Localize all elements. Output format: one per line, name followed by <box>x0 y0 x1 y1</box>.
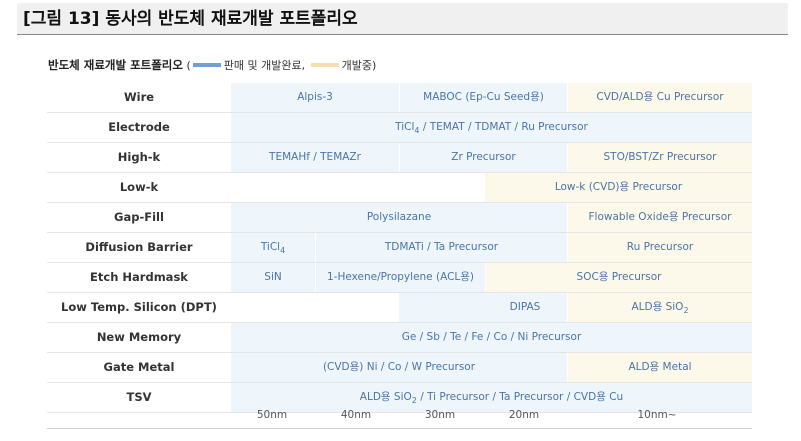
table-row-gap-fill: Gap-Fill Polysilazane Flowable Oxide용 Pr… <box>47 203 752 233</box>
row-label: Electrode <box>47 113 231 142</box>
table-cell: Zr Precursor <box>399 143 567 172</box>
table-cell: Alpis-3 <box>231 83 399 112</box>
table-cell: MABOC (Ep-Cu Seed용) <box>399 83 567 112</box>
table-row-low-k: Low-k Low-k (CVD)용 Precursor <box>47 173 752 203</box>
row-label: Low-k <box>47 173 231 202</box>
table-cell: Polysilazane <box>231 203 567 232</box>
table-cell: TEMAHf / TEMAZr <box>231 143 399 172</box>
table-cell-empty <box>231 293 399 322</box>
table-row-gate-metal: Gate Metal (CVD용) Ni / Co / W Precursor … <box>47 353 752 383</box>
table-cell: (CVD용) Ni / Co / W Precursor <box>231 353 567 382</box>
table-cell: TiCl4 / TEMAT / TDMAT / Ru Precursor <box>231 113 752 142</box>
node-tick: 50nm <box>256 409 288 421</box>
table-row-diffusion-barrier: Diffusion Barrier TiCl4 TDMATi / Ta Prec… <box>47 233 752 263</box>
row-label: Gate Metal <box>47 353 231 382</box>
row-label: Diffusion Barrier <box>47 233 231 262</box>
table-cell-empty <box>231 173 485 202</box>
node-tick: 30nm <box>424 409 456 421</box>
row-label: High-k <box>47 143 231 172</box>
node-axis: 50nm 40nm 30nm 20nm 10nm~ <box>47 404 752 429</box>
table-row-new-memory: New Memory Ge / Sb / Te / Fe / Co / Ni P… <box>47 323 752 353</box>
table-cell: TiCl4 <box>231 233 315 262</box>
node-tick: 40nm <box>340 409 372 421</box>
table-cell: CVD/ALD용 Cu Precursor <box>567 83 752 112</box>
row-label: Gap-Fill <box>47 203 231 232</box>
portfolio-subtitle: 반도체 재료개발 포트폴리오 ( 판매 및 개발완료, 개발중) <box>48 57 376 73</box>
table-cell: Low-k (CVD)용 Precursor <box>485 173 752 202</box>
legend-paren-open: ( <box>182 59 191 72</box>
row-label: Etch Hardmask <box>47 263 231 292</box>
row-label: Wire <box>47 83 231 112</box>
node-tick: 20nm <box>508 409 540 421</box>
table-cell: TDMATi / Ta Precursor <box>315 233 567 262</box>
table-cell: SiN <box>231 263 315 292</box>
figure-title: [그림 13] 동사의 반도체 재료개발 포트폴리오 <box>17 3 788 35</box>
table-row-high-k: High-k TEMAHf / TEMAZr Zr Precursor STO/… <box>47 143 752 173</box>
table-cell: SOC용 Precursor <box>485 263 752 292</box>
legend-paren-close: ) <box>371 59 377 72</box>
table-cell: Flowable Oxide용 Precursor <box>567 203 752 232</box>
table-cell: 1-Hexene/Propylene (ACL용) <box>315 263 485 292</box>
legend-sold-label: 판매 및 개발완료, <box>223 59 306 72</box>
portfolio-title: 반도체 재료개발 포트폴리오 <box>48 58 183 72</box>
table-row-etch-hardmask: Etch Hardmask SiN 1-Hexene/Propylene (AC… <box>47 263 752 293</box>
table-row-wire: Wire Alpis-3 MABOC (Ep-Cu Seed용) CVD/ALD… <box>47 83 752 113</box>
table-cell: Ge / Sb / Te / Fe / Co / Ni Precursor <box>231 323 752 352</box>
table-cell: Ru Precursor <box>567 233 752 262</box>
table-cell: ALD용 SiO2 <box>567 293 752 322</box>
legend-dev-swatch <box>310 63 339 67</box>
table-row-electrode: Electrode TiCl4 / TEMAT / TDMAT / Ru Pre… <box>47 113 752 143</box>
row-label: New Memory <box>47 323 231 352</box>
row-label: Low Temp. Silicon (DPT) <box>47 293 231 322</box>
legend-dev-label: 개발중 <box>341 59 372 72</box>
node-tick: 10nm~ <box>637 409 677 421</box>
table-row-low-temp-silicon: Low Temp. Silicon (DPT) DIPAS ALD용 SiO2 <box>47 293 752 323</box>
table-cell: ALD용 Metal <box>567 353 752 382</box>
table-cell: STO/BST/Zr Precursor <box>567 143 752 172</box>
legend-sold-swatch <box>192 63 221 67</box>
